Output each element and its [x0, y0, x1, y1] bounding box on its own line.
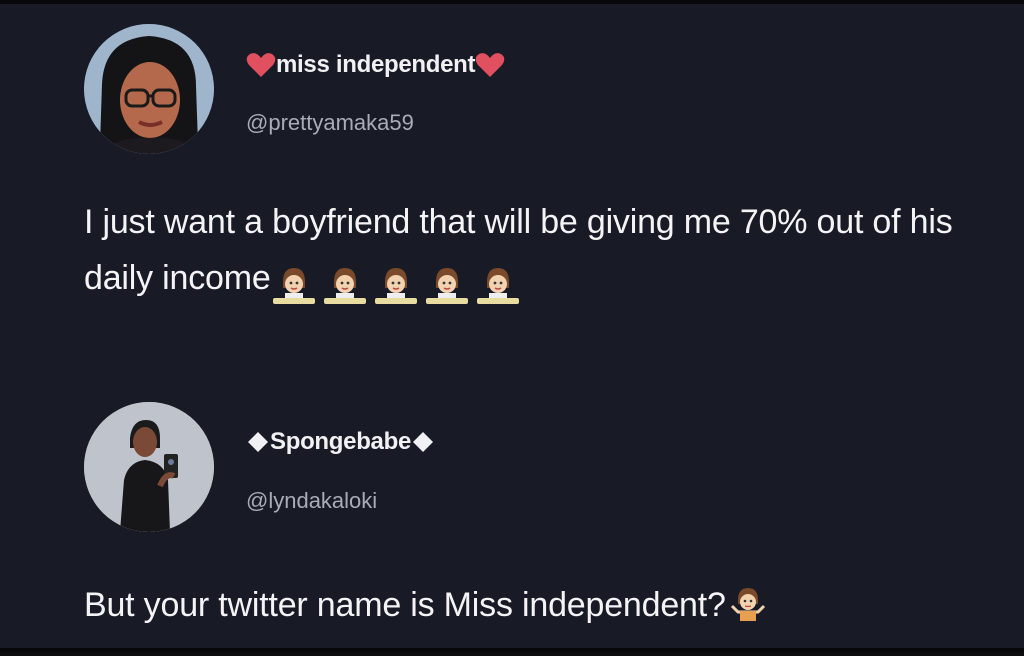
- woman-tipping-hand-emoji: [323, 268, 366, 305]
- woman-tipping-hand-emoji: [476, 268, 519, 305]
- woman-tipping-hand-emoji: [425, 268, 468, 305]
- tweet-2: Spongebabe @lyndakaloki But your twitter…: [0, 394, 1024, 656]
- woman-shrugging-emoji: [730, 588, 765, 621]
- tweet-text: But your twitter name is Miss independen…: [84, 586, 726, 624]
- display-name-text: miss independent: [276, 51, 476, 78]
- diamond-icon: [411, 430, 435, 454]
- tweet-1: miss independent @prettyamaka59 I just w…: [0, 4, 1024, 324]
- emoji-group: [271, 256, 526, 312]
- diamond-icon: [246, 430, 270, 454]
- tweet-text-block: I just want a boyfriend that will be giv…: [84, 194, 984, 312]
- heart-icon: [246, 52, 276, 78]
- heart-icon: [475, 52, 505, 78]
- avatar-lyndakaloki[interactable]: [84, 402, 214, 532]
- woman-tipping-hand-emoji: [272, 268, 315, 305]
- avatar-prettyamaka59[interactable]: [84, 24, 214, 154]
- display-name: miss independent: [246, 51, 505, 79]
- display-name-text: Spongebabe: [270, 428, 412, 455]
- woman-tipping-hand-emoji: [374, 268, 417, 305]
- user-handle[interactable]: @prettyamaka59: [246, 110, 414, 136]
- tweet-text-block: But your twitter name is Miss independen…: [84, 577, 1004, 633]
- display-name: Spongebabe: [246, 428, 435, 456]
- screenshot-frame: miss independent @prettyamaka59 I just w…: [0, 0, 1024, 652]
- user-handle[interactable]: @lyndakaloki: [246, 488, 377, 514]
